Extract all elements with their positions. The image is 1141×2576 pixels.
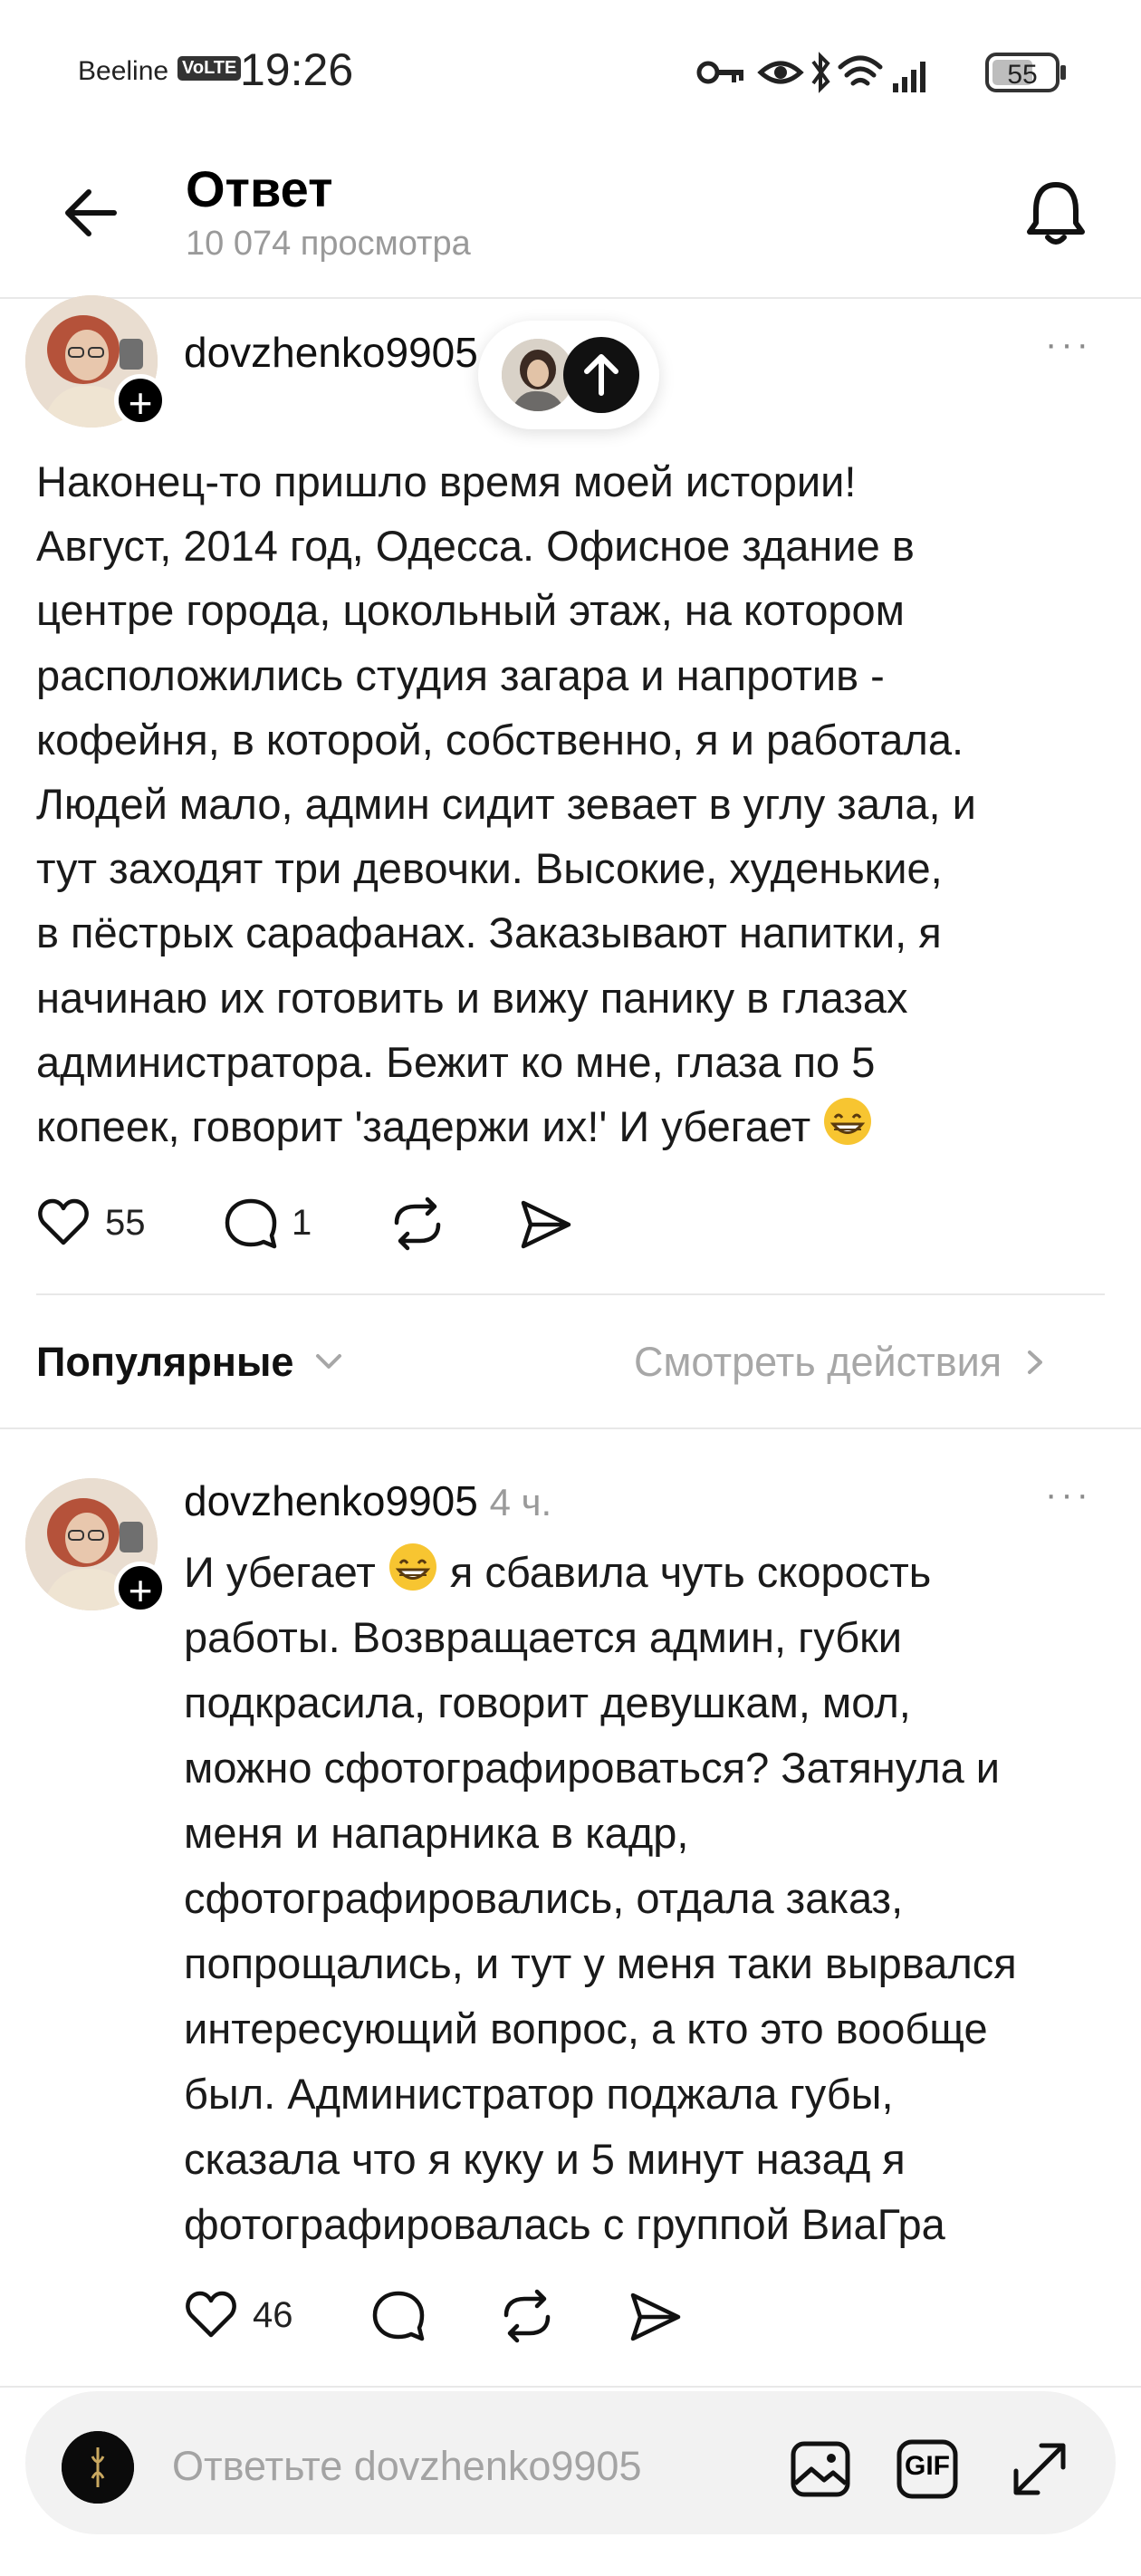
chevron-down-icon (315, 1354, 341, 1369)
sort-label: Популярные (36, 1339, 294, 1385)
view-activity-link[interactable]: Смотреть действия (634, 1339, 1046, 1386)
grinning-sweat-emoji-icon (388, 1543, 436, 1591)
volte-badge: VoLTE (177, 56, 242, 81)
post-more-icon[interactable]: ··· (1045, 324, 1092, 365)
post-text: Наконец-то пришло время моей истории! Ав… (36, 449, 1123, 1158)
sort-divider (0, 1427, 1141, 1429)
reply-like-count: 46 (253, 2295, 293, 2335)
page-title: Ответ (186, 160, 333, 217)
composer-avatar (62, 2431, 134, 2504)
reply-author-name[interactable]: dovzhenko9905 4 ч. (184, 1476, 551, 1525)
gif-label: GIF (905, 2451, 950, 2481)
comment-count: 1 (292, 1203, 312, 1243)
arrow-up-icon[interactable] (563, 337, 639, 413)
reply-more-icon[interactable]: ··· (1045, 1475, 1092, 1515)
status-bar: Beeline VoLTE 19:26 55 (0, 0, 1141, 136)
battery-level: 55 (1007, 60, 1037, 90)
status-icons: 55 (696, 52, 1066, 93)
reply-follow-plus-button[interactable]: + (114, 1562, 167, 1614)
comment-bubble-icon[interactable] (223, 1196, 279, 1252)
repost-icon[interactable] (389, 1196, 446, 1252)
eye-icon (757, 61, 804, 84)
carrier-name: Beeline (78, 56, 169, 86)
like-count: 55 (105, 1203, 146, 1243)
key-icon (696, 61, 743, 84)
expand-icon[interactable] (1007, 2437, 1072, 2502)
reply-share-send-icon[interactable] (628, 2290, 684, 2344)
post-author-name[interactable]: dovzhenko9905 (184, 328, 478, 377)
bluetooth-icon (811, 52, 830, 93)
reply-divider (0, 2386, 1141, 2388)
reply-text-start: И убегает (184, 1548, 376, 1596)
view-activity-label: Смотреть действия (634, 1339, 1002, 1385)
post-actions: 55 1 (36, 1192, 598, 1255)
bell-icon[interactable] (1019, 176, 1093, 250)
follow-plus-button[interactable]: + (114, 374, 167, 427)
reply-text: И убегает я сбавила чуть скорость работы… (184, 1540, 1126, 2257)
grinning-sweat-emoji-icon (824, 1098, 872, 1146)
wifi-icon (838, 55, 883, 86)
post-divider (36, 1293, 1105, 1295)
like-heart-icon[interactable] (36, 1196, 91, 1250)
share-send-icon[interactable] (518, 1197, 574, 1252)
image-attach-icon[interactable] (788, 2437, 853, 2502)
views-count: 10 074 просмотра (186, 225, 471, 263)
status-time: 19:26 (240, 44, 354, 95)
sort-dropdown[interactable]: Популярные (36, 1339, 345, 1386)
reply-comment-bubble-icon[interactable] (370, 2288, 427, 2344)
reply-text-rest: я сбавила чуть скорость работы. Возвраща… (184, 1548, 1017, 2248)
reply-author-label: dovzhenko9905 (184, 1477, 478, 1524)
header-divider (0, 297, 1141, 299)
reply-like-heart-icon[interactable] (184, 2288, 238, 2342)
signal-icon (893, 62, 925, 92)
post-text-body: Наконец-то пришло время моей истории! Ав… (36, 457, 976, 1151)
chevron-right-icon (1027, 1350, 1042, 1374)
scroll-to-top-chip[interactable] (478, 321, 659, 429)
back-arrow-icon[interactable] (60, 181, 123, 245)
reply-input-placeholder[interactable]: Ответьте dovzhenko9905 (172, 2443, 642, 2490)
gif-button[interactable]: GIF (895, 2437, 960, 2502)
reply-time-ago: 4 ч. (489, 1481, 552, 1523)
reply-repost-icon[interactable] (499, 2288, 555, 2344)
reply-actions: 46 (184, 2284, 745, 2348)
